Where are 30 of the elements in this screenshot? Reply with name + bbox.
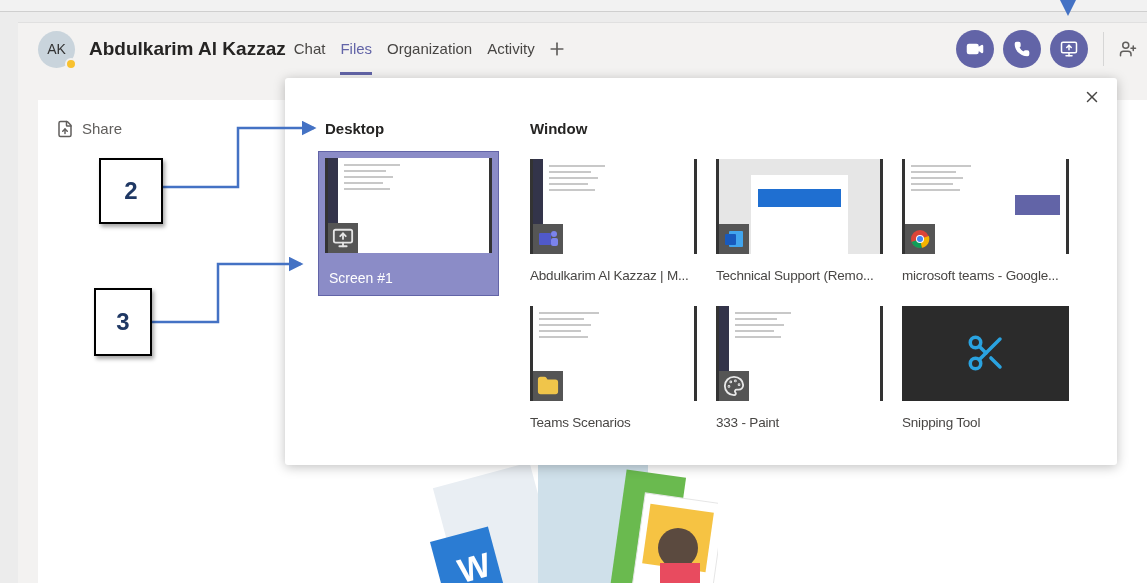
screen-share-icon — [1060, 40, 1078, 58]
callout-box: 2 — [99, 158, 163, 224]
browser-logo-icon — [909, 227, 931, 250]
tab[interactable]: Files — [340, 23, 373, 75]
window-label: 333 - Paint — [716, 413, 781, 432]
contact-name: Abdulkarim Al Kazzaz — [89, 36, 286, 61]
window-label: microsoft teams - Google... — [902, 266, 1060, 285]
screen-share-icon — [332, 226, 354, 249]
audio-call-button[interactable] — [1003, 30, 1041, 68]
phone-icon — [1014, 41, 1030, 57]
window-label: Abdulkarim Al Kazzaz | M... — [530, 266, 690, 285]
pointer-arrow-icon — [1060, 0, 1076, 16]
folder-icon — [537, 374, 559, 397]
palette-icon — [723, 374, 745, 397]
tab[interactable]: Chat — [293, 23, 326, 75]
section-heading: Desktop — [325, 119, 386, 139]
tab[interactable]: Activity — [487, 23, 535, 75]
video-call-button[interactable] — [956, 30, 994, 68]
window-thumbnail[interactable] — [902, 305, 1069, 401]
window-label: Snipping Tool — [902, 413, 982, 432]
share-screen-button[interactable] — [1050, 30, 1088, 68]
add-people-icon[interactable] — [1119, 40, 1137, 58]
section-heading: Window — [530, 119, 589, 139]
tab[interactable]: Organization — [387, 23, 473, 75]
callout-box: 3 — [94, 288, 152, 356]
window-label: Technical Support (Remo... — [716, 266, 875, 285]
share-file-icon[interactable] — [56, 120, 74, 139]
window-label: Teams Scenarios — [530, 413, 632, 432]
share-link[interactable]: Share — [82, 118, 123, 141]
avatar: AK — [38, 30, 75, 68]
